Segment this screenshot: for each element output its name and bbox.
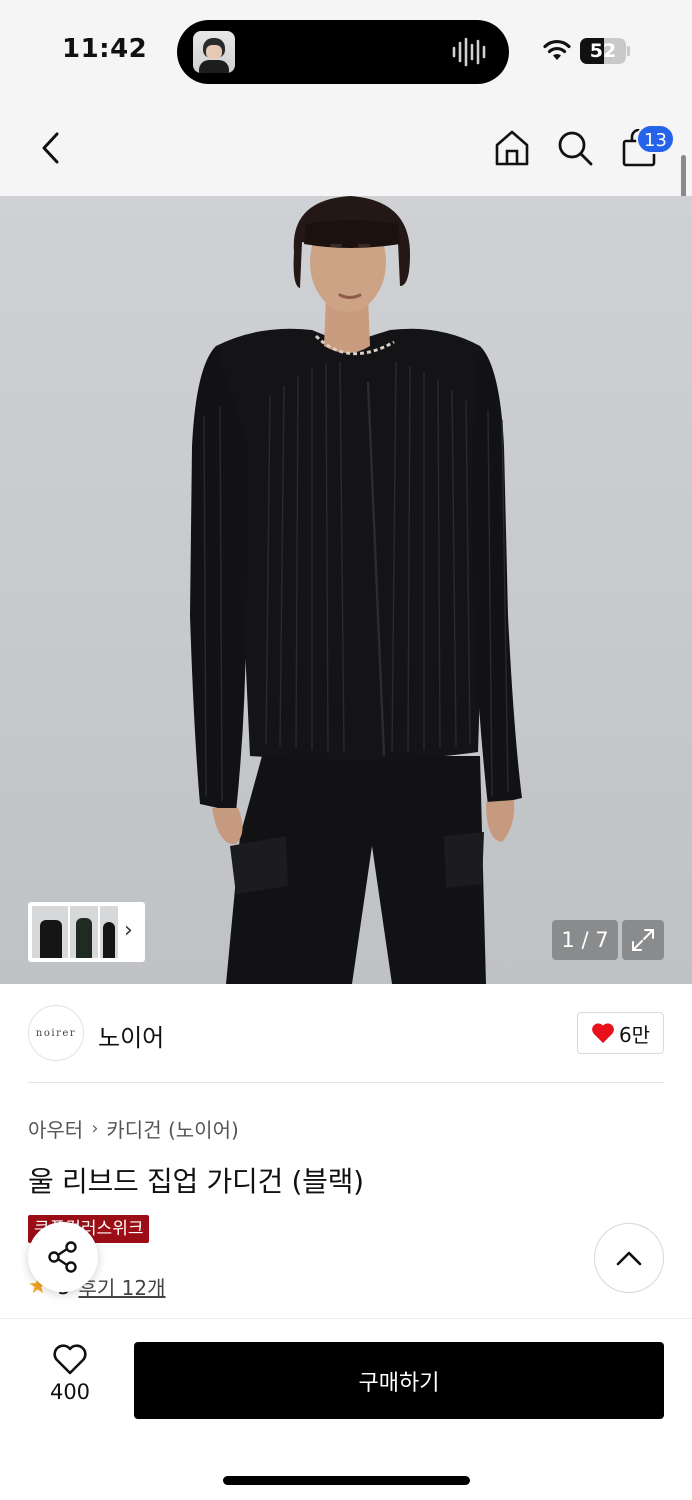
heart-outline-icon bbox=[53, 1344, 87, 1375]
product-title: 울 리브드 집업 가디건 (블랙) bbox=[28, 1165, 364, 1198]
search-icon bbox=[558, 131, 593, 166]
wishlist-count: 400 bbox=[49, 1380, 91, 1404]
thumbnail-1[interactable] bbox=[32, 906, 68, 958]
thumbnail-strip[interactable]: › bbox=[28, 902, 145, 962]
model-photo bbox=[190, 196, 522, 984]
share-button[interactable] bbox=[28, 1222, 98, 1292]
now-playing-artwork bbox=[193, 31, 235, 73]
chevron-right-icon[interactable]: › bbox=[124, 918, 133, 943]
brand-like-button[interactable]: 6만 bbox=[577, 1012, 664, 1054]
battery-percentage: 52 bbox=[589, 40, 617, 62]
expand-image-button[interactable] bbox=[622, 920, 664, 960]
home-button[interactable] bbox=[492, 128, 532, 168]
brand-logo-text: noirer bbox=[35, 1027, 77, 1039]
top-navigation-bar bbox=[0, 100, 692, 196]
section-divider bbox=[28, 1082, 664, 1083]
brand-like-count: 6만 bbox=[618, 1022, 651, 1047]
breadcrumb: 아우터 › 카디건 (노이어) bbox=[28, 1114, 239, 1143]
thumbnail-2[interactable] bbox=[70, 906, 98, 958]
expand-icon bbox=[632, 929, 654, 951]
chevron-up-icon bbox=[616, 1251, 642, 1266]
share-icon bbox=[48, 1241, 77, 1273]
heart-filled-icon bbox=[592, 1023, 614, 1043]
chevron-left-icon bbox=[42, 132, 59, 164]
breadcrumb-subcategory[interactable]: 카디건 (노이어) bbox=[106, 1114, 238, 1143]
brand-name[interactable]: 노이어 bbox=[98, 1018, 164, 1053]
home-indicator[interactable] bbox=[223, 1476, 470, 1485]
scroll-to-top-button[interactable] bbox=[594, 1223, 664, 1293]
battery-indicator: 52 bbox=[580, 38, 626, 64]
home-icon bbox=[495, 130, 529, 166]
thumbnail-3[interactable] bbox=[100, 906, 118, 958]
audio-wave-icon bbox=[452, 37, 486, 67]
cart-count-badge: 13 bbox=[636, 124, 675, 154]
image-counter: 1 / 7 bbox=[552, 920, 618, 960]
wishlist-button[interactable]: 400 bbox=[30, 1344, 110, 1414]
wifi-icon bbox=[543, 39, 571, 60]
search-button[interactable] bbox=[555, 128, 595, 168]
status-time: 11:42 bbox=[62, 34, 148, 64]
battery-cap bbox=[627, 46, 630, 56]
dynamic-island[interactable] bbox=[177, 20, 509, 84]
breadcrumb-separator: › bbox=[91, 1118, 99, 1139]
brand-logo[interactable]: noirer bbox=[28, 1005, 84, 1061]
breadcrumb-category[interactable]: 아우터 bbox=[28, 1114, 83, 1143]
buy-button[interactable]: 구매하기 bbox=[134, 1342, 664, 1419]
back-button[interactable] bbox=[30, 128, 70, 168]
product-main-image[interactable] bbox=[0, 196, 692, 984]
status-bar: 11:42 52 bbox=[0, 0, 692, 100]
